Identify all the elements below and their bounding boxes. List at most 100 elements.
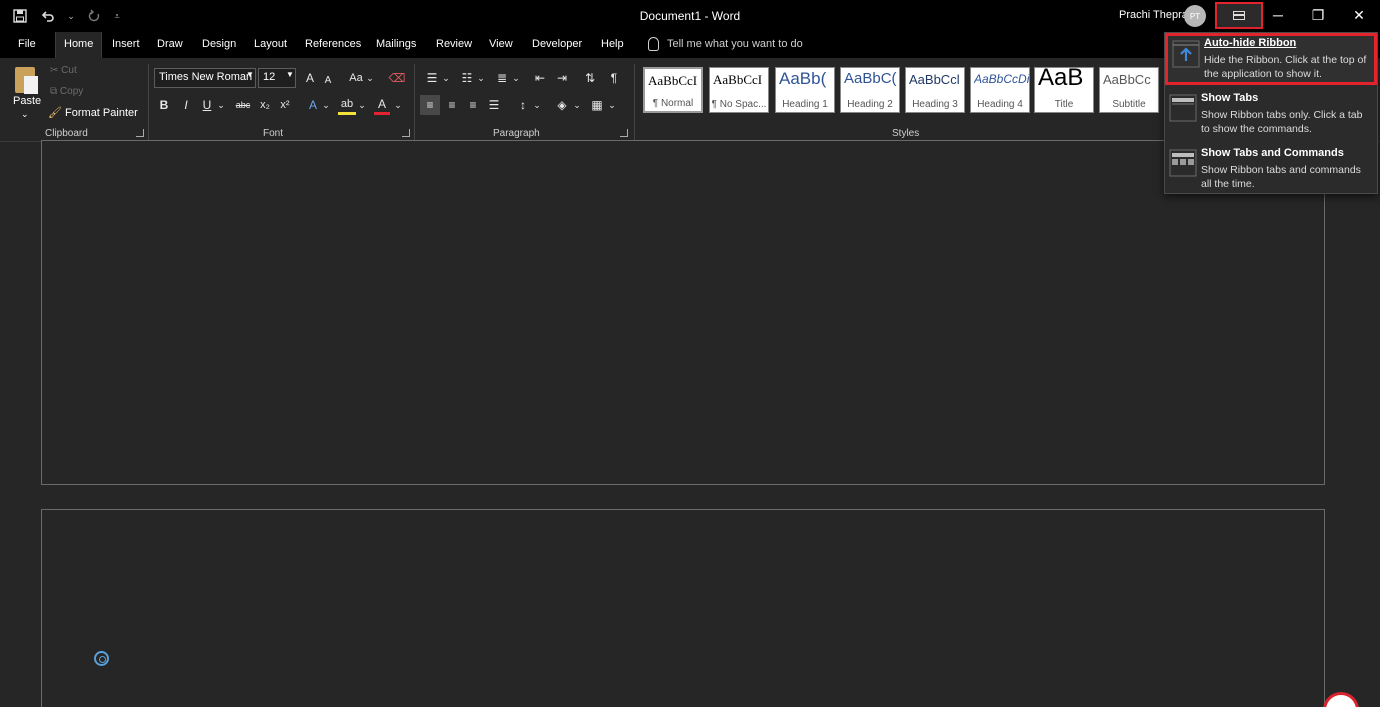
underline-dropdown-icon[interactable]: ⌄ (216, 95, 226, 115)
user-name[interactable]: Prachi Thepra (1119, 9, 1188, 21)
show-marks-button[interactable]: ¶ (606, 68, 622, 88)
borders-dropdown-icon[interactable]: ⌄ (607, 95, 617, 115)
redo-icon[interactable] (84, 6, 104, 26)
line-spacing-dropdown-icon[interactable]: ⌄ (532, 95, 542, 115)
align-left-button[interactable]: ≡ (420, 95, 440, 115)
tell-me-search[interactable]: Tell me what you want to do (648, 37, 803, 51)
font-size-dropdown-icon[interactable]: ▼ (286, 70, 294, 79)
ribbon-display-options-button[interactable] (1215, 2, 1263, 29)
style-heading-3[interactable]: AaBbCcl Heading 3 (905, 67, 965, 113)
sort-icon: ⇅ (584, 71, 596, 85)
shrink-font-button[interactable]: A (321, 70, 335, 90)
sort-button[interactable]: ⇅ (582, 68, 598, 88)
font-group-label: Font (263, 128, 284, 139)
style-normal[interactable]: AaBbCcI ¶ Normal (643, 67, 703, 113)
restore-button[interactable]: ❐ (1298, 0, 1338, 30)
show-tabs-option[interactable]: Show Tabs Show Ribbon tabs only. Click a… (1165, 88, 1377, 142)
decrease-indent-button[interactable]: ⇤ (531, 68, 549, 88)
bullets-button[interactable]: ☰ (422, 68, 442, 88)
lightbulb-icon (648, 37, 659, 51)
numbering-dropdown-icon[interactable]: ⌄ (476, 68, 486, 88)
tab-layout[interactable]: Layout (254, 38, 287, 50)
close-button[interactable]: ✕ (1339, 0, 1379, 30)
text-effects-dropdown-icon[interactable]: ⌄ (321, 95, 331, 115)
multilevel-list-button[interactable]: ≣ (492, 68, 512, 88)
tab-draw[interactable]: Draw (157, 38, 183, 50)
increase-indent-button[interactable]: ⇥ (553, 68, 571, 88)
justify-icon: ☰ (488, 98, 500, 112)
document-page-1[interactable] (41, 140, 1325, 485)
style-subtitle[interactable]: AaBbCc Subtitle (1099, 67, 1159, 113)
clear-formatting-button[interactable]: ⌫ (388, 68, 406, 88)
shading-button[interactable]: ◈ (553, 95, 571, 115)
bold-button[interactable]: B (156, 95, 172, 115)
tab-file[interactable]: File (18, 38, 36, 50)
style-heading-4[interactable]: AaBbCcDi Heading 4 (970, 67, 1030, 113)
highlight-button[interactable]: ab (338, 95, 356, 115)
change-case-dropdown-icon[interactable]: ⌄ (365, 68, 375, 88)
superscript-button[interactable]: x² (277, 95, 293, 115)
font-launcher-icon[interactable] (402, 129, 410, 137)
copy-button[interactable]: ⧉ Copy (50, 86, 83, 97)
highlight-dropdown-icon[interactable]: ⌄ (357, 95, 367, 115)
document-page-2[interactable] (41, 509, 1325, 707)
tab-view[interactable]: View (489, 38, 513, 50)
tab-home[interactable]: Home (55, 32, 103, 58)
minimize-button[interactable]: ─ (1258, 0, 1298, 30)
tab-developer[interactable]: Developer (532, 38, 582, 50)
clipboard-launcher-icon[interactable] (136, 129, 144, 137)
increase-indent-icon: ⇥ (556, 71, 568, 85)
font-color-dropdown-icon[interactable]: ⌄ (393, 95, 403, 115)
tab-help[interactable]: Help (601, 38, 624, 50)
style-heading-2[interactable]: AaBbC( Heading 2 (840, 67, 900, 113)
paste-dropdown-icon[interactable]: ⌄ (21, 109, 29, 120)
justify-button[interactable]: ☰ (485, 95, 503, 115)
bullets-dropdown-icon[interactable]: ⌄ (441, 68, 451, 88)
style-heading-1[interactable]: AaBb( Heading 1 (775, 67, 835, 113)
font-name-combo[interactable]: Times New Roman (154, 68, 256, 88)
align-right-button[interactable]: ≡ (464, 95, 482, 115)
tab-design[interactable]: Design (202, 38, 236, 50)
line-spacing-button[interactable]: ↕ (513, 95, 533, 115)
strikethrough-button[interactable]: abc (233, 95, 253, 115)
undo-icon[interactable] (38, 6, 58, 26)
paragraph-group-label: Paragraph (493, 128, 540, 139)
eraser-icon: ⌫ (388, 71, 406, 85)
decrease-indent-icon: ⇤ (534, 71, 546, 85)
style-no-spacing[interactable]: AaBbCcI ¶ No Spac... (709, 67, 769, 113)
customize-qat-icon[interactable]: ⩡ (112, 6, 122, 26)
tab-references[interactable]: References (305, 38, 361, 50)
font-color-button[interactable]: A (374, 95, 390, 115)
borders-button[interactable]: ▦ (588, 95, 606, 115)
multilevel-dropdown-icon[interactable]: ⌄ (511, 68, 521, 88)
paragraph-launcher-icon[interactable] (620, 129, 628, 137)
save-icon[interactable] (10, 6, 30, 26)
grow-font-button[interactable]: A (302, 68, 318, 88)
paste-button[interactable]: Paste (13, 95, 41, 107)
format-painter-button[interactable]: 🖌 Format Painter (48, 106, 138, 119)
tab-review[interactable]: Review (436, 38, 472, 50)
avatar[interactable]: PT (1184, 5, 1206, 27)
auto-hide-ribbon-option[interactable]: Auto-hide Ribbon Hide the Ribbon. Click … (1165, 33, 1377, 85)
underline-button[interactable]: U (199, 95, 215, 115)
bullets-icon: ☰ (426, 71, 438, 85)
align-center-button[interactable]: ≡ (443, 95, 461, 115)
italic-button[interactable]: I (178, 95, 194, 115)
text-effects-button[interactable]: A (305, 95, 321, 115)
cut-button[interactable]: ✂ Cut (50, 65, 77, 76)
line-spacing-icon: ↕ (520, 98, 526, 112)
undo-dropdown-icon[interactable]: ⌄ (66, 6, 76, 26)
shading-dropdown-icon[interactable]: ⌄ (572, 95, 582, 115)
font-name-dropdown-icon[interactable]: ▼ (246, 70, 254, 79)
align-right-icon: ≡ (469, 98, 477, 112)
subscript-button[interactable]: x₂ (257, 95, 273, 115)
paste-icon[interactable] (13, 64, 39, 96)
styles-group-label: Styles (892, 128, 920, 139)
numbering-button[interactable]: ☷ (457, 68, 477, 88)
scissors-icon: ✂ (50, 65, 62, 76)
tab-mailings[interactable]: Mailings (376, 38, 416, 50)
change-case-button[interactable]: Aa (346, 68, 366, 88)
tab-insert[interactable]: Insert (112, 38, 140, 50)
style-title[interactable]: AaB Title (1034, 67, 1094, 113)
show-tabs-and-commands-option[interactable]: Show Tabs and Commands Show Ribbon tabs … (1165, 143, 1377, 195)
